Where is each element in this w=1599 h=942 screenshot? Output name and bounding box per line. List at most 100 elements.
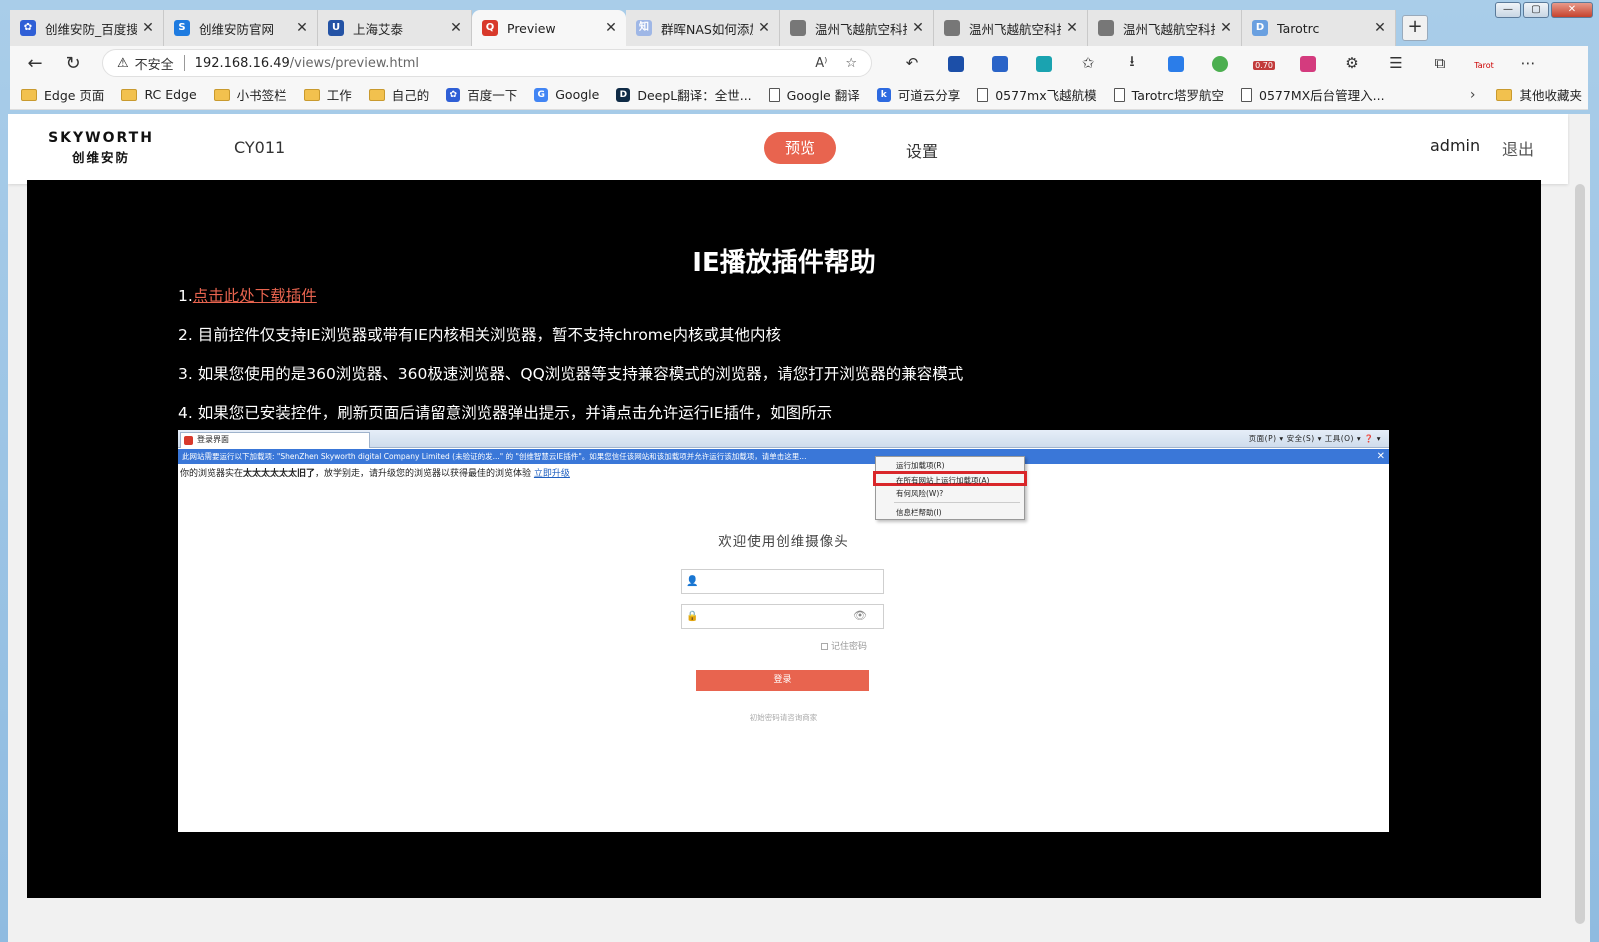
page-icon: [944, 20, 960, 36]
folder-icon: [213, 88, 230, 101]
translate-icon[interactable]: [1286, 54, 1330, 72]
warning-icon: ⚠: [117, 55, 129, 71]
bookmark-item[interactable]: Edge 页面: [21, 85, 104, 104]
menu-divider: [894, 502, 1020, 503]
site-icon: D: [616, 87, 631, 102]
login-title: 欢迎使用创维摄像头: [718, 534, 849, 550]
logout-link[interactable]: 退出: [1502, 136, 1534, 160]
bookmark-label: 工作: [326, 88, 352, 103]
folder-icon: [21, 88, 37, 101]
folder-icon: [303, 88, 320, 101]
bookmark-item[interactable]: Google 翻译: [768, 85, 860, 104]
tab-close-icon[interactable]: ✕: [1065, 20, 1079, 36]
remember-password: 记住密码: [821, 639, 867, 652]
browser-tab[interactable]: 温州飞越航空科技 ✕: [1088, 10, 1242, 46]
scroll-thumb[interactable]: [1575, 184, 1585, 924]
new-tab-button[interactable]: +: [1402, 15, 1428, 41]
password-field: 🔒 👁: [681, 604, 884, 629]
bookmark-item[interactable]: RC Edge: [121, 87, 197, 102]
bookmark-label: 0577MX后台管理入...: [1259, 88, 1385, 103]
page-icon: [1113, 87, 1125, 102]
extension-1-icon[interactable]: [934, 54, 978, 72]
help-step-2: 2. 目前控件仅支持IE浏览器或带有IE内核相关浏览器，暂不支持chrome内核…: [178, 326, 781, 344]
bookmark-item[interactable]: Tarotrc塔罗航空: [1113, 85, 1225, 104]
remember-label: 记住密码: [831, 642, 868, 652]
extension-4-icon[interactable]: ✩: [1066, 54, 1110, 72]
chevron-right-icon[interactable]: ›: [1470, 87, 1476, 103]
browser-tab[interactable]: 温州飞越航空科技 ✕: [780, 10, 934, 46]
extension-3-icon[interactable]: [1022, 54, 1066, 72]
extensions-icon[interactable]: ⚙: [1330, 54, 1374, 72]
device-name: CY011: [234, 138, 286, 157]
favorites-icon[interactable]: ☰: [1374, 54, 1418, 72]
help-step-1: 1.点击此处下载插件: [178, 284, 317, 306]
bookmark-item[interactable]: G Google: [534, 87, 599, 102]
add-favorite-icon[interactable]: ☆: [845, 56, 857, 71]
bookmark-label: 百度一下: [467, 88, 518, 103]
other-favorites[interactable]: 其他收藏夹: [1496, 85, 1582, 104]
nav-preview-button[interactable]: 预览: [764, 132, 836, 164]
page-scrollbar[interactable]: [1570, 114, 1590, 942]
bookmark-label: 可道云分享: [897, 88, 961, 103]
browser-tab[interactable]: S 创维安防官网 ✕: [164, 10, 318, 46]
collections-icon[interactable]: ⧉: [1418, 54, 1462, 72]
user-icon: 👤: [686, 576, 699, 587]
bookmark-item[interactable]: k 可道云分享: [876, 85, 961, 104]
tab-close-icon[interactable]: ✕: [911, 20, 925, 36]
read-aloud-icon[interactable]: A⁾: [815, 56, 827, 71]
browser-tab[interactable]: Q Preview ✕: [472, 10, 626, 46]
tab-close-icon[interactable]: ✕: [1373, 20, 1387, 36]
download-icon[interactable]: ⭳: [1110, 51, 1154, 76]
app-header: SKYWORTH 创维安防 CY011 预览 设置 admin 退出: [8, 114, 1568, 184]
tab-close-icon[interactable]: ✕: [295, 20, 309, 36]
tab-title: 温州飞越航空科技: [1123, 21, 1215, 37]
tab-close-icon[interactable]: ✕: [141, 20, 155, 36]
back-icon[interactable]: ←: [22, 53, 48, 74]
login-button: 登录: [696, 670, 869, 691]
bookmark-label: DeepL翻译：全世...: [637, 88, 752, 103]
tab-strip: ✿ 创维安防_百度搜 ✕ S 创维安防官网 ✕ U 上海艾泰 ✕ Q Preview ✕ 知群晖NAS如…: [10, 10, 1588, 46]
bookmark-item[interactable]: 自己的: [368, 85, 429, 104]
ie-info-bar: 此网站需要运行以下加载项: "ShenZhen Skyworth digital…: [178, 449, 1389, 464]
refresh-icon[interactable]: ↻: [60, 53, 86, 74]
plugin-help-panel: IE播放插件帮助 1.点击此处下载插件 2. 目前控件仅支持IE浏览器或带有IE…: [27, 180, 1541, 898]
brand-en: SKYWORTH: [48, 130, 154, 146]
ie-instruction-screenshot: 登录界面 页面(P) ▾ 安全(S) ▾ 工具(O) ▾ ❓ ▾ 此网站需要运行…: [178, 430, 1389, 832]
bookmark-item[interactable]: 0577mx飞越航模: [977, 85, 1097, 104]
extension-icons: ↶ ✩ ⭳ 0.70 ⚙ ☰ ⧉ Tarot ⋯: [890, 51, 1550, 76]
tab-close-icon[interactable]: ✕: [1219, 20, 1233, 36]
bookmark-item[interactable]: 小书签栏: [213, 85, 287, 104]
history-icon[interactable]: ↶: [890, 54, 934, 72]
extension-badge-icon[interactable]: 0.70: [1242, 54, 1286, 72]
extension-6-icon[interactable]: [1198, 54, 1242, 72]
tab-close-icon[interactable]: ✕: [449, 20, 463, 36]
tarot-icon[interactable]: Tarot: [1462, 54, 1506, 72]
bookmark-label: Tarotrc塔罗航空: [1131, 88, 1225, 103]
bookmark-item[interactable]: D DeepL翻译：全世...: [616, 85, 752, 104]
bookmark-label: 小书签栏: [236, 88, 287, 103]
tab-close-icon[interactable]: ✕: [757, 20, 771, 36]
browser-tab[interactable]: ✿ 创维安防_百度搜 ✕: [10, 10, 164, 46]
download-plugin-link[interactable]: 点击此处下载插件: [193, 287, 317, 305]
tab-title: 群晖NAS如何添加: [661, 21, 753, 37]
extension-2-icon[interactable]: [978, 54, 1022, 72]
browser-tab[interactable]: 温州飞越航空科技 ✕: [934, 10, 1088, 46]
bookmark-item[interactable]: 0577MX后台管理入...: [1241, 85, 1385, 104]
menu-help: 信息栏帮助(I): [896, 508, 942, 517]
browser-tab[interactable]: 知群晖NAS如何添加 ✕: [626, 10, 780, 46]
bookmark-item[interactable]: 工作: [303, 85, 352, 104]
tab-close-icon[interactable]: ✕: [604, 20, 618, 36]
browser-tab[interactable]: U 上海艾泰 ✕: [318, 10, 472, 46]
bookmark-label: Google: [555, 87, 600, 102]
nav-settings-link[interactable]: 设置: [906, 138, 938, 162]
more-icon[interactable]: ⋯: [1506, 54, 1550, 72]
browser-tab[interactable]: D Tarotrc ✕: [1242, 10, 1396, 46]
site-icon: k: [876, 87, 891, 102]
close-icon: ✕: [1376, 451, 1385, 462]
address-bar[interactable]: ⚠ 不安全 192.168.16.49 /views/preview.html …: [102, 49, 872, 77]
url-path: /views/preview.html: [289, 55, 420, 71]
url-host: 192.168.16.49: [194, 55, 290, 71]
bookmark-item[interactable]: ✿ 百度一下: [446, 85, 517, 104]
tab-title: 上海艾泰: [353, 21, 404, 37]
extension-5-icon[interactable]: [1154, 54, 1198, 72]
